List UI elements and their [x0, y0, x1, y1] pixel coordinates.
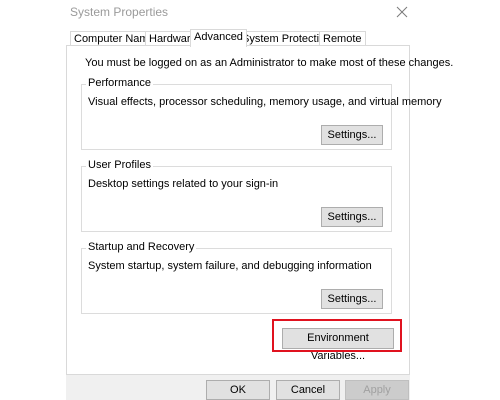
tab-advanced[interactable]: Advanced [190, 29, 247, 47]
close-icon [392, 2, 412, 22]
startup-recovery-group-title: Startup and Recovery [86, 241, 197, 253]
user-profiles-description: Desktop settings related to your sign-in [88, 178, 279, 190]
performance-group: Performance Visual effects, processor sc… [81, 77, 442, 150]
window-title: System Properties [70, 5, 169, 19]
apply-button[interactable]: Apply [345, 380, 409, 400]
user-profiles-group: User Profiles Desktop settings related t… [81, 159, 392, 232]
startup-recovery-description: System startup, system failure, and debu… [88, 260, 372, 272]
performance-settings-button[interactable]: Settings... [321, 125, 383, 145]
close-button[interactable] [392, 2, 412, 22]
admin-notice: You must be logged on as an Administrato… [85, 57, 454, 69]
startup-recovery-settings-button[interactable]: Settings... [321, 289, 383, 309]
tab-remote[interactable]: Remote [319, 31, 366, 46]
performance-group-title: Performance [86, 77, 153, 89]
startup-recovery-group: Startup and Recovery System startup, sys… [81, 241, 392, 314]
cancel-button[interactable]: Cancel [276, 380, 340, 400]
title-bar: System Properties [0, 0, 500, 26]
performance-description: Visual effects, processor scheduling, me… [88, 96, 442, 108]
environment-variables-button[interactable]: Environment Variables... [282, 328, 394, 362]
ok-button[interactable]: OK [206, 380, 270, 400]
user-profiles-settings-button[interactable]: Settings... [321, 207, 383, 227]
user-profiles-group-title: User Profiles [86, 159, 153, 171]
